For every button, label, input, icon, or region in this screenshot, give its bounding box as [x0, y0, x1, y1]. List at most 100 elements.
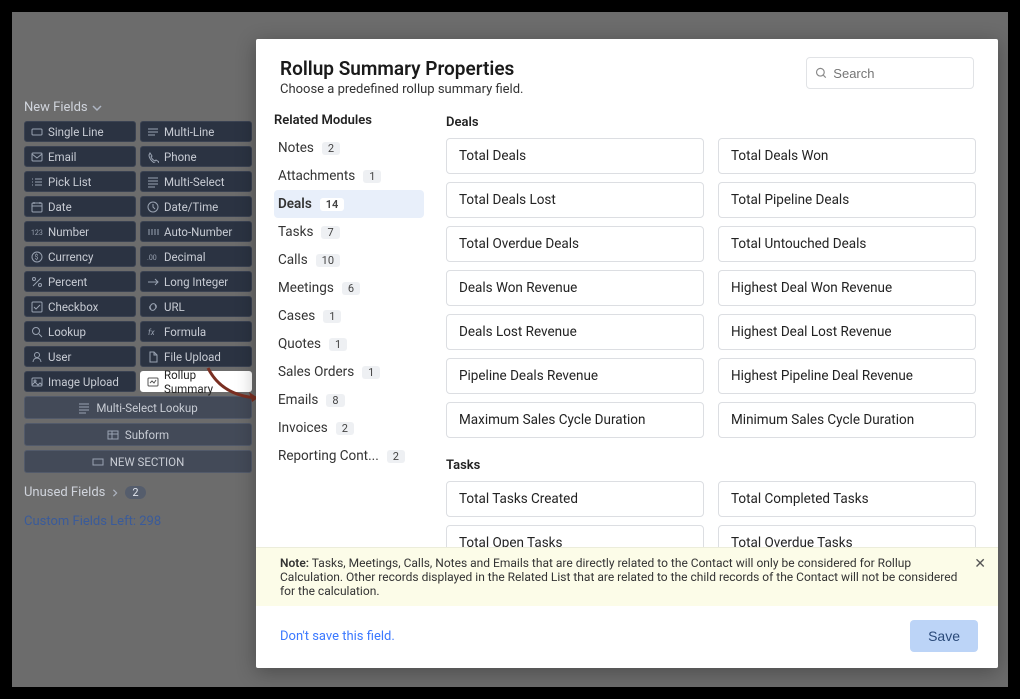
auto-icon	[147, 226, 159, 238]
module-emails[interactable]: Emails8	[274, 386, 424, 414]
note-text: Tasks, Meetings, Calls, Notes and Emails…	[280, 556, 957, 598]
module-label: Meetings	[278, 280, 334, 296]
module-label: Reporting Cont...	[278, 448, 379, 464]
field-user[interactable]: User	[24, 346, 136, 367]
search-box[interactable]	[806, 57, 974, 89]
field-single-line[interactable]: Single Line	[24, 121, 136, 142]
field-image-upload[interactable]: Image Upload	[24, 371, 136, 392]
field-date[interactable]: Date	[24, 196, 136, 217]
mail-icon	[31, 151, 43, 163]
section-title: Tasks	[446, 458, 976, 473]
rollup-option[interactable]: Total Deals Lost	[446, 182, 704, 218]
field-multi-line[interactable]: Multi-Line	[140, 121, 252, 142]
image-icon	[31, 376, 43, 388]
rollup-option[interactable]: Total Untouched Deals	[718, 226, 976, 262]
module-deals[interactable]: Deals14	[274, 190, 424, 218]
module-sales-orders[interactable]: Sales Orders1	[274, 358, 424, 386]
field-multi-select[interactable]: Multi-Select	[140, 171, 252, 192]
module-count: 14	[320, 198, 345, 211]
custom-fields-left: Custom Fields Left: 298	[24, 514, 252, 529]
module-notes[interactable]: Notes2	[274, 134, 424, 162]
unused-fields-link[interactable]: Unused Fields 2	[24, 485, 252, 500]
save-button[interactable]: Save	[910, 620, 978, 652]
currency-icon: $	[31, 251, 43, 263]
rollup-option[interactable]: Highest Pipeline Deal Revenue	[718, 358, 976, 394]
rollup-option[interactable]: Total Pipeline Deals	[718, 182, 976, 218]
module-invoices[interactable]: Invoices2	[274, 414, 424, 442]
check-icon	[31, 301, 43, 313]
close-icon[interactable]: ✕	[974, 556, 986, 572]
field-percent[interactable]: Percent	[24, 271, 136, 292]
search-input[interactable]	[833, 66, 965, 81]
paragraph-icon	[147, 126, 159, 138]
rollup-option[interactable]: Total Deals	[446, 138, 704, 174]
section-icon	[92, 456, 104, 468]
chevron-right-icon	[111, 489, 119, 497]
field-url[interactable]: URL	[140, 296, 252, 317]
unused-count-badge: 2	[125, 486, 145, 499]
module-attachments[interactable]: Attachments1	[274, 162, 424, 190]
multi-icon	[147, 176, 159, 188]
svg-text:$: $	[35, 253, 39, 261]
rollup-option[interactable]: Total Open Tasks	[446, 525, 704, 547]
module-cases[interactable]: Cases1	[274, 302, 424, 330]
field-phone[interactable]: Phone	[140, 146, 252, 167]
text-icon	[31, 126, 43, 138]
list-icon	[31, 176, 43, 188]
chevron-down-icon	[92, 103, 102, 113]
module-count: 1	[329, 338, 347, 351]
rollup-option[interactable]: Total Tasks Created	[446, 481, 704, 517]
rollup-option[interactable]: Total Overdue Deals	[446, 226, 704, 262]
rollup-option[interactable]: Total Deals Won	[718, 138, 976, 174]
svg-text:fx: fx	[148, 328, 155, 337]
svg-text:123: 123	[31, 229, 43, 237]
module-label: Notes	[278, 140, 314, 156]
modal-subtitle: Choose a predefined rollup summary field…	[280, 82, 523, 97]
field-checkbox[interactable]: Checkbox	[24, 296, 136, 317]
rollup-option[interactable]: Deals Won Revenue	[446, 270, 704, 306]
module-tasks[interactable]: Tasks7	[274, 218, 424, 246]
rollup-option[interactable]: Highest Deal Lost Revenue	[718, 314, 976, 350]
field-decimal[interactable]: .00Decimal	[140, 246, 252, 267]
module-label: Attachments	[278, 168, 355, 184]
module-quotes[interactable]: Quotes1	[274, 330, 424, 358]
module-label: Emails	[278, 392, 318, 408]
multi-icon	[78, 402, 90, 414]
user-icon	[31, 351, 43, 363]
rollup-option[interactable]: Pipeline Deals Revenue	[446, 358, 704, 394]
rollup-option[interactable]: Total Overdue Tasks	[718, 525, 976, 547]
field-currency[interactable]: $Currency	[24, 246, 136, 267]
field-date-time[interactable]: Date/Time	[140, 196, 252, 217]
field-multi-select-lookup[interactable]: Multi-Select Lookup	[24, 396, 252, 419]
field-subform[interactable]: Subform	[24, 423, 252, 446]
new-fields-header[interactable]: New Fields	[24, 100, 252, 115]
calendar-icon	[31, 201, 43, 213]
rollup-icon	[147, 376, 159, 388]
field-lookup[interactable]: Lookup	[24, 321, 136, 342]
clock-icon	[147, 201, 159, 213]
field-formula[interactable]: fxFormula	[140, 321, 252, 342]
field-email[interactable]: Email	[24, 146, 136, 167]
field-long-integer[interactable]: Long Integer	[140, 271, 252, 292]
field-pick-list[interactable]: Pick List	[24, 171, 136, 192]
dont-save-link[interactable]: Don't save this field.	[280, 629, 395, 644]
field-file-upload[interactable]: File Upload	[140, 346, 252, 367]
field-number[interactable]: 123Number	[24, 221, 136, 242]
rollup-option[interactable]: Deals Lost Revenue	[446, 314, 704, 350]
module-label: Invoices	[278, 420, 328, 436]
field-rollup-summary[interactable]: Rollup Summary	[140, 371, 252, 392]
module-meetings[interactable]: Meetings6	[274, 274, 424, 302]
rollup-option[interactable]: Total Completed Tasks	[718, 481, 976, 517]
module-calls[interactable]: Calls10	[274, 246, 424, 274]
search-icon	[815, 66, 827, 80]
rollup-summary-modal: Rollup Summary Properties Choose a prede…	[256, 39, 998, 668]
rollup-option[interactable]: Highest Deal Won Revenue	[718, 270, 976, 306]
field-auto-number[interactable]: Auto-Number	[140, 221, 252, 242]
url-icon	[147, 301, 159, 313]
related-modules-title: Related Modules	[274, 109, 424, 134]
rollup-option[interactable]: Minimum Sales Cycle Duration	[718, 402, 976, 438]
module-reporting-cont-[interactable]: Reporting Cont...2	[274, 442, 424, 470]
field-new-section[interactable]: NEW SECTION	[24, 450, 252, 473]
module-label: Tasks	[278, 224, 313, 240]
rollup-option[interactable]: Maximum Sales Cycle Duration	[446, 402, 704, 438]
